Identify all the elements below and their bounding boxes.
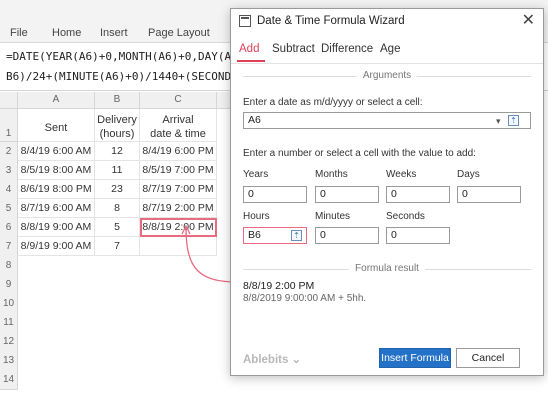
tab-age[interactable]: Age (380, 43, 400, 55)
ablebits-brand-link[interactable]: Ablebits ⌄ (243, 352, 301, 366)
arguments-section-header: Arguments (243, 70, 531, 82)
minutes-input[interactable]: 0 (315, 227, 379, 244)
tab-add[interactable]: Add (239, 43, 259, 55)
formula-wizard-dialog: Date & Time Formula Wizard ✕ Add Subtrac… (230, 8, 544, 376)
tab-bar: Add Subtract Difference Age (231, 39, 543, 64)
range-select-icon[interactable]: ⇡ (508, 115, 519, 126)
months-input[interactable]: 0 (315, 186, 379, 203)
number-prompt-label: Enter a number or select a cell with the… (243, 148, 476, 159)
formula-result-detail: 8/8/2019 9:00:00 AM + 5hh. (243, 293, 367, 304)
weeks-input[interactable]: 0 (386, 186, 450, 203)
wizard-window-icon (239, 15, 251, 27)
tab-subtract[interactable]: Subtract (272, 43, 315, 55)
months-label: Months (315, 169, 348, 180)
dialog-title: Date & Time Formula Wizard (257, 15, 405, 27)
hours-label: Hours (243, 211, 270, 222)
years-input[interactable]: 0 (243, 186, 307, 203)
range-select-icon[interactable]: ⇡ (291, 230, 302, 241)
date-combo-input[interactable]: A6 (243, 112, 531, 129)
formula-result-value: 8/8/19 2:00 PM (243, 280, 315, 292)
seconds-label: Seconds (386, 211, 425, 222)
seconds-input[interactable]: 0 (386, 227, 450, 244)
chevron-down-icon[interactable]: ▾ (496, 116, 501, 127)
dialog-title-bar[interactable]: Date & Time Formula Wizard ✕ (231, 9, 543, 35)
formula-result-label: Formula result (349, 263, 425, 275)
date-prompt-label: Enter a date as m/d/yyyy or select a cel… (243, 97, 423, 108)
formula-result-section-header: Formula result (243, 263, 531, 275)
hours-input-value: B6 (248, 229, 261, 241)
days-input[interactable]: 0 (457, 186, 521, 203)
minutes-label: Minutes (315, 211, 351, 222)
insert-formula-button[interactable]: Insert Formula (379, 348, 451, 368)
arguments-label: Arguments (356, 70, 418, 82)
active-tab-indicator (237, 60, 265, 62)
cancel-button[interactable]: Cancel (456, 348, 520, 368)
tab-difference[interactable]: Difference (321, 43, 373, 55)
years-label: Years (243, 169, 269, 180)
date-input-value: A6 (248, 114, 261, 126)
weeks-label: Weeks (386, 169, 417, 180)
close-icon[interactable]: ✕ (522, 11, 535, 31)
days-label: Days (457, 169, 480, 180)
